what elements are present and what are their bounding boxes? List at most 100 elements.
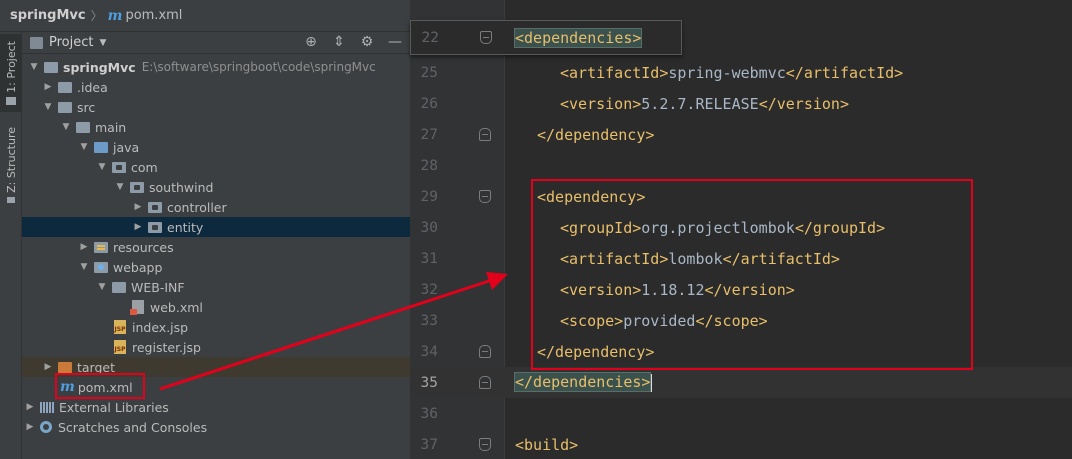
- breadcrumb-project[interactable]: springMvc: [10, 8, 86, 23]
- tree-item-entity[interactable]: ▶ entity: [22, 217, 410, 237]
- jsp-file-icon: JSP: [114, 340, 126, 354]
- expand-arrow-icon[interactable]: ▶: [42, 82, 54, 92]
- expand-arrow-icon[interactable]: ▼: [78, 142, 90, 152]
- tree-item-label: main: [95, 119, 127, 135]
- minimize-icon[interactable]: —: [386, 34, 404, 50]
- tree-item-label: springMvc: [63, 59, 136, 75]
- expand-arrow-icon[interactable]: ▼: [96, 162, 108, 172]
- line-number: 22: [421, 29, 439, 46]
- folder-icon: [58, 101, 72, 113]
- lombok-highlight-box: [531, 179, 973, 370]
- code-text: <build>: [515, 436, 578, 454]
- tree-item-src[interactable]: ▼ src: [22, 97, 410, 117]
- expand-arrow-icon[interactable]: ▶: [24, 422, 36, 432]
- chevron-right-icon: 〉: [90, 9, 103, 23]
- tree-item-springmvc[interactable]: ▼ springMvc E:\software\springboot\code\…: [22, 57, 410, 77]
- project-path: E:\software\springboot\code\springMvc: [141, 60, 376, 74]
- tree-item-web-xml[interactable]: web.xml: [22, 297, 410, 317]
- panel-title[interactable]: Project: [49, 35, 93, 50]
- tree-item-java[interactable]: ▼ java: [22, 137, 410, 157]
- code-text: <version>5.2.7.RELEASE</version>: [560, 95, 849, 113]
- xml-tag: <version>: [560, 94, 642, 113]
- code-line-22: 22 <dependencies>: [411, 22, 681, 53]
- expand-arrow-icon[interactable]: ▼: [28, 62, 40, 72]
- fold-marker-icon[interactable]: [480, 31, 492, 44]
- code-line-28[interactable]: 28: [410, 150, 1072, 181]
- folder-icon: [44, 61, 58, 73]
- folder-icon: [76, 121, 90, 133]
- line-number: 34: [420, 343, 438, 360]
- line-number: 33: [420, 312, 438, 329]
- folder-icon: [58, 81, 72, 93]
- project-tool-tab[interactable]: 1: Project: [0, 34, 22, 112]
- tree-item-idea[interactable]: ▶ .idea: [22, 77, 410, 97]
- navigation-bar: springMvc 〉 m pom.xml: [0, 0, 410, 32]
- locate-icon[interactable]: ⊕: [302, 34, 320, 50]
- xml-text: spring-webmvc: [668, 63, 786, 82]
- tree-item-external-libraries[interactable]: ▶ External Libraries: [22, 397, 410, 417]
- tree-item-main[interactable]: ▼ main: [22, 117, 410, 137]
- code-text: </dependencies>: [513, 372, 653, 393]
- tree-item-resources[interactable]: ▶ resources: [22, 237, 410, 257]
- expand-arrow-icon[interactable]: ▼: [60, 122, 72, 132]
- fold-marker-icon[interactable]: [479, 376, 491, 389]
- expand-arrow-icon[interactable]: ▶: [24, 402, 36, 412]
- line-number: 28: [420, 157, 438, 174]
- collapse-all-icon[interactable]: ⇕: [330, 34, 348, 50]
- structure-tool-tab[interactable]: Z: Structure: [0, 124, 22, 206]
- tree-item-southwind[interactable]: ▼ southwind: [22, 177, 410, 197]
- tree-item-index-jsp[interactable]: JSP index.jsp: [22, 317, 410, 337]
- tree-item-web-inf[interactable]: ▼ WEB-INF: [22, 277, 410, 297]
- folder-icon: [6, 96, 16, 105]
- tree-item-label: web.xml: [150, 299, 203, 315]
- tree-item-controller[interactable]: ▶ controller: [22, 197, 410, 217]
- fold-marker-icon[interactable]: [479, 345, 491, 358]
- xml-file-icon: [130, 300, 144, 315]
- line-number: 29: [420, 188, 438, 205]
- code-editor[interactable]: 25 <artifactId>spring-webmvc</artifactId…: [410, 0, 1072, 459]
- folder-icon: [112, 281, 126, 293]
- package-icon: [112, 161, 126, 173]
- scratches-icon: [40, 421, 52, 433]
- breadcrumb-file[interactable]: pom.xml: [125, 8, 182, 23]
- package-icon: [148, 201, 162, 213]
- code-text: <artifactId>spring-webmvc</artifactId>: [560, 64, 903, 82]
- line-number: 35: [420, 374, 438, 391]
- tree-item-register-jsp[interactable]: JSP register.jsp: [22, 337, 410, 357]
- text-cursor: [650, 373, 653, 392]
- expand-arrow-icon[interactable]: ▼: [42, 102, 54, 112]
- xml-tag: </artifactId>: [785, 63, 904, 82]
- tree-item-label: resources: [113, 239, 174, 255]
- fold-marker-icon[interactable]: [479, 128, 491, 141]
- line-number: 31: [420, 250, 438, 267]
- tree-item-com[interactable]: ▼ com: [22, 157, 410, 177]
- expand-arrow-icon[interactable]: ▼: [96, 282, 108, 292]
- tree-item-label: java: [113, 139, 140, 155]
- code-line-25[interactable]: 25 <artifactId>spring-webmvc</artifactId…: [410, 57, 1072, 88]
- tree-item-webapp[interactable]: ▼ webapp: [22, 257, 410, 277]
- code-line-36[interactable]: 36: [410, 398, 1072, 429]
- tree-item-label: External Libraries: [59, 399, 169, 415]
- fold-marker-icon[interactable]: [479, 438, 491, 451]
- sticky-header-line[interactable]: 22 <dependencies>: [410, 20, 682, 55]
- code-line-35[interactable]: 35 </dependencies>: [410, 367, 1072, 398]
- source-folder-icon: [94, 141, 108, 153]
- tree-item-label: WEB-INF: [131, 279, 185, 295]
- expand-arrow-icon[interactable]: ▶: [132, 222, 144, 232]
- gear-icon[interactable]: ⚙: [358, 34, 376, 50]
- code-line-27[interactable]: 27 </dependency>: [410, 119, 1072, 150]
- chevron-down-icon[interactable]: ▼: [99, 38, 106, 48]
- expand-arrow-icon[interactable]: ▶: [132, 202, 144, 212]
- web-folder-icon: [94, 261, 108, 273]
- code-line-26[interactable]: 26 <version>5.2.7.RELEASE</version>: [410, 88, 1072, 119]
- expand-arrow-icon[interactable]: ▼: [114, 182, 126, 192]
- tree-item-scratches[interactable]: ▶ Scratches and Consoles: [22, 417, 410, 437]
- code-line-37[interactable]: 37 <build>: [410, 429, 1072, 459]
- tool-window-stripe: 1: Project Z: Structure: [0, 32, 22, 459]
- fold-marker-icon[interactable]: [479, 190, 491, 203]
- expand-arrow-icon[interactable]: ▼: [78, 262, 90, 272]
- expand-arrow-icon[interactable]: ▶: [42, 362, 54, 372]
- code-text: <dependencies>: [513, 27, 643, 48]
- maven-icon: m: [107, 7, 123, 24]
- expand-arrow-icon[interactable]: ▶: [78, 242, 90, 252]
